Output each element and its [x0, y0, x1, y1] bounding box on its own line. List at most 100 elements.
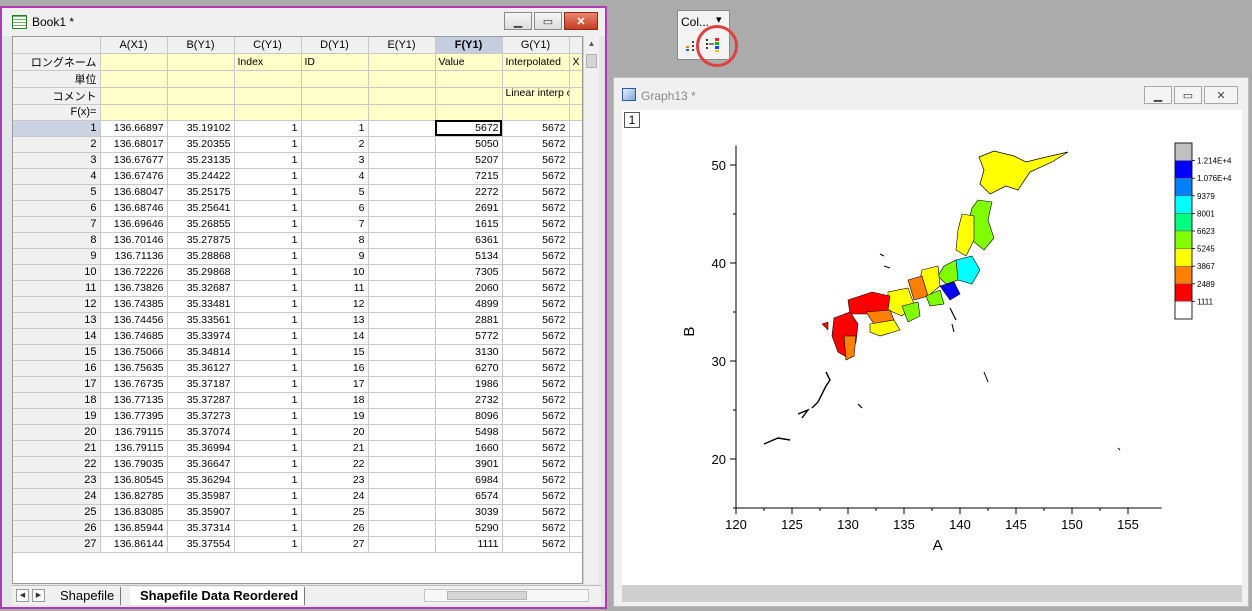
- data-cell[interactable]: 35.27875: [167, 232, 235, 249]
- meta-cell[interactable]: [234, 70, 302, 88]
- data-cell[interactable]: 35.33481: [167, 296, 235, 313]
- data-cell[interactable]: 5672: [502, 520, 570, 537]
- data-cell[interactable]: 136.79115: [100, 424, 168, 441]
- data-cell[interactable]: 7305: [435, 264, 503, 281]
- data-cell[interactable]: 35.29868: [167, 264, 235, 281]
- data-cell[interactable]: 5672: [502, 424, 570, 441]
- data-cell[interactable]: 136.74456: [100, 312, 168, 329]
- data-cell[interactable]: 5672: [502, 120, 570, 137]
- data-cell[interactable]: 5672: [435, 120, 503, 137]
- meta-cell[interactable]: X: [569, 53, 582, 71]
- column-header[interactable]: B(Y1): [167, 37, 235, 54]
- data-cell[interactable]: 1986: [435, 376, 503, 393]
- meta-cell[interactable]: [502, 70, 570, 88]
- data-cell[interactable]: 3039: [435, 504, 503, 521]
- data-cell[interactable]: 6984: [435, 472, 503, 489]
- data-cell[interactable]: 136.77395: [100, 408, 168, 425]
- data-cell[interactable]: [368, 312, 436, 329]
- data-cell[interactable]: 35.34814: [167, 344, 235, 361]
- row-number[interactable]: 23: [13, 472, 101, 489]
- data-cell[interactable]: 35.19102: [167, 120, 235, 137]
- sheet-corner[interactable]: [13, 37, 101, 54]
- data-cell[interactable]: 5772: [435, 328, 503, 345]
- data-cell[interactable]: 3901: [435, 456, 503, 473]
- data-cell[interactable]: [368, 504, 436, 521]
- data-cell[interactable]: 35.32687: [167, 280, 235, 297]
- data-cell[interactable]: 35.35987: [167, 488, 235, 505]
- data-cell[interactable]: 24: [301, 488, 369, 505]
- maximize-button[interactable]: ▭: [534, 12, 562, 30]
- data-cell[interactable]: 35.26855: [167, 216, 235, 233]
- data-cell[interactable]: 1: [234, 536, 302, 553]
- meta-cell[interactable]: [100, 53, 168, 71]
- data-cell[interactable]: [368, 328, 436, 345]
- data-cell[interactable]: 4: [301, 168, 369, 185]
- data-cell[interactable]: 3: [301, 152, 369, 169]
- sheet-tab-shapefile[interactable]: Shapefile: [50, 587, 122, 605]
- data-cell[interactable]: [368, 296, 436, 313]
- data-cell[interactable]: 136.86144: [100, 536, 168, 553]
- data-cell[interactable]: 35.37273: [167, 408, 235, 425]
- graph-minimize-button[interactable]: ▁: [1144, 86, 1172, 104]
- meta-cell[interactable]: [502, 104, 570, 121]
- data-cell[interactable]: 1: [234, 504, 302, 521]
- minimize-button[interactable]: ▁: [504, 12, 532, 30]
- data-cell[interactable]: 136.68746: [100, 200, 168, 217]
- meta-cell[interactable]: [167, 104, 235, 121]
- data-cell[interactable]: 1: [234, 456, 302, 473]
- data-cell[interactable]: 5672: [502, 264, 570, 281]
- data-cell[interactable]: 19: [301, 408, 369, 425]
- row-number[interactable]: 8: [13, 232, 101, 249]
- data-cell[interactable]: [368, 456, 436, 473]
- data-cell[interactable]: [368, 184, 436, 201]
- data-cell[interactable]: 7: [301, 216, 369, 233]
- meta-cell[interactable]: [368, 87, 436, 105]
- data-cell[interactable]: 136.80545: [100, 472, 168, 489]
- data-cell[interactable]: 5672: [502, 536, 570, 553]
- data-cell[interactable]: 35.24422: [167, 168, 235, 185]
- data-cell[interactable]: 1111: [435, 536, 503, 553]
- meta-cell[interactable]: [100, 70, 168, 88]
- data-cell[interactable]: 5672: [502, 216, 570, 233]
- worksheet-grid[interactable]: A(X1) B(Y1) C(Y1) D(Y1) E(Y1) F(Y1) G(Y1) ロングネー…: [12, 36, 583, 584]
- meta-cell[interactable]: [435, 104, 503, 121]
- data-cell[interactable]: 12: [301, 296, 369, 313]
- data-cell[interactable]: 136.83085: [100, 504, 168, 521]
- column-header[interactable]: G(Y1): [502, 37, 570, 54]
- data-cell[interactable]: 136.76735: [100, 376, 168, 393]
- row-number[interactable]: 21: [13, 440, 101, 457]
- data-cell[interactable]: [368, 472, 436, 489]
- data-cell[interactable]: 5672: [502, 472, 570, 489]
- meta-cell[interactable]: [301, 104, 369, 121]
- row-number[interactable]: 22: [13, 456, 101, 473]
- data-cell[interactable]: [368, 520, 436, 537]
- data-cell[interactable]: 136.71136: [100, 248, 168, 265]
- horizontal-scrollbar[interactable]: [424, 589, 589, 602]
- data-cell[interactable]: 5290: [435, 520, 503, 537]
- data-cell[interactable]: 5672: [502, 344, 570, 361]
- data-cell[interactable]: 27: [301, 536, 369, 553]
- data-cell[interactable]: 1: [234, 488, 302, 505]
- data-cell[interactable]: 8096: [435, 408, 503, 425]
- data-cell[interactable]: 11: [301, 280, 369, 297]
- data-cell[interactable]: [368, 344, 436, 361]
- data-cell[interactable]: 35.35907: [167, 504, 235, 521]
- data-cell[interactable]: 1: [234, 136, 302, 153]
- data-cell[interactable]: 136.79115: [100, 440, 168, 457]
- column-header[interactable]: C(Y1): [234, 37, 302, 54]
- meta-cell[interactable]: [100, 87, 168, 105]
- row-number[interactable]: 27: [13, 536, 101, 553]
- scroll-thumb[interactable]: [586, 54, 597, 68]
- data-cell[interactable]: [368, 168, 436, 185]
- data-cell[interactable]: 35.23135: [167, 152, 235, 169]
- close-button[interactable]: ✕: [564, 12, 598, 30]
- data-cell[interactable]: 2881: [435, 312, 503, 329]
- row-number[interactable]: 24: [13, 488, 101, 505]
- data-cell[interactable]: 35.37187: [167, 376, 235, 393]
- data-cell[interactable]: 136.85944: [100, 520, 168, 537]
- meta-cell[interactable]: [435, 70, 503, 88]
- data-cell[interactable]: 5672: [502, 248, 570, 265]
- meta-cell[interactable]: [368, 70, 436, 88]
- data-cell[interactable]: 1: [234, 200, 302, 217]
- data-cell[interactable]: [368, 264, 436, 281]
